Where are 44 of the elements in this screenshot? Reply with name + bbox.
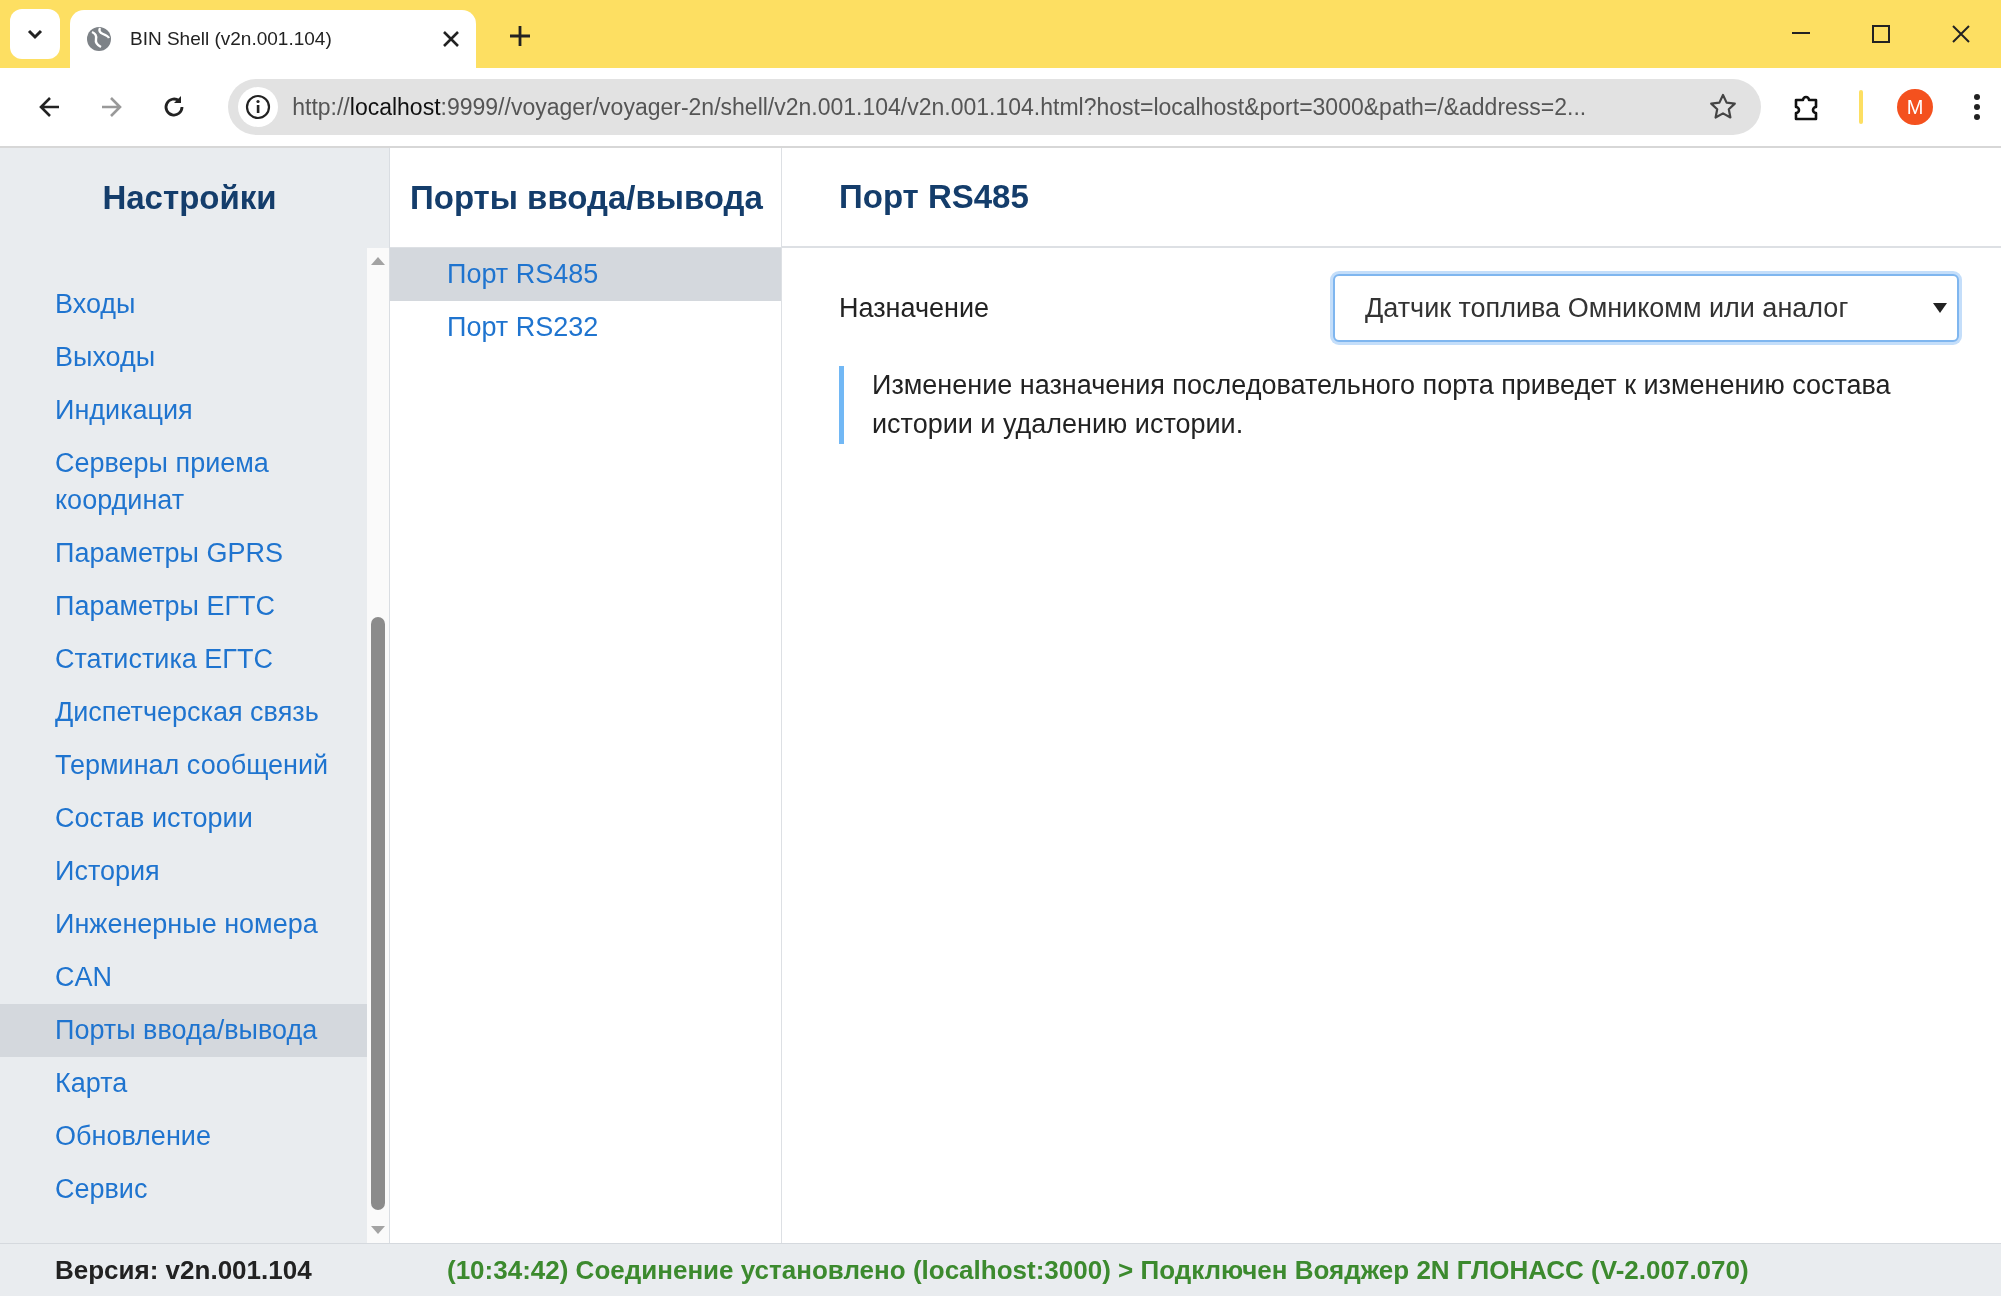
sidebar-item[interactable]: Параметры ЕГТС: [0, 580, 367, 633]
sidebar-title: Настройки: [101, 178, 278, 218]
sidebar-item[interactable]: Входы: [0, 278, 367, 331]
page-title: Порт RS485: [782, 148, 2001, 248]
sidebar-item[interactable]: Параметры GPRS: [0, 527, 367, 580]
sidebar-item[interactable]: История: [0, 845, 367, 898]
sidebar-item[interactable]: Состав истории: [0, 792, 367, 845]
sidebar-item[interactable]: Обновление: [0, 1110, 367, 1163]
info-icon[interactable]: [245, 94, 272, 120]
address-bar[interactable]: http://localhost:9999//voyager/voyager-2n/shell/v2n.001.104/v2n.001.104.html?host=localhost&port=3000&path=/&address=2...: [228, 79, 1762, 135]
scrollbar[interactable]: [367, 248, 389, 1243]
profile-avatar[interactable]: M: [1897, 89, 1934, 125]
port-item[interactable]: Порт RS485: [390, 248, 781, 301]
scroll-thumb[interactable]: [371, 617, 385, 1210]
purpose-dropdown[interactable]: Датчик топлива Омникомм или аналог: [1333, 274, 1959, 342]
sidebar-item[interactable]: Карта: [0, 1057, 367, 1110]
sidebar-item[interactable]: CAN: [0, 951, 367, 1004]
sidebar-item[interactable]: Сервис: [0, 1163, 367, 1216]
sidebar-item[interactable]: Диспетчерская связь: [0, 686, 367, 739]
menu-icon[interactable]: [1973, 93, 1982, 121]
sidebar-item[interactable]: Инженерные номера: [0, 898, 367, 951]
maximize-icon[interactable]: [1870, 23, 1892, 45]
sidebar-item[interactable]: Серверы приема координат: [0, 437, 367, 527]
tab-list-button[interactable]: [10, 9, 60, 59]
warning-note: Изменение назначения последовательного порта приведет к изменению состава истории и удалению истории.: [839, 366, 1959, 444]
sidebar-item[interactable]: Порты ввода/вывода: [0, 1004, 367, 1057]
close-icon[interactable]: [1950, 23, 1972, 45]
sidebar-item[interactable]: Индикация: [0, 384, 367, 437]
port-item[interactable]: Порт RS232: [390, 301, 781, 354]
close-icon[interactable]: [442, 30, 460, 48]
sidebar-item[interactable]: Выходы: [0, 331, 367, 384]
browser-tab[interactable]: BIN Shell (v2n.001.104): [70, 10, 476, 68]
version-text: Версия: v2n.001.104: [54, 1254, 313, 1286]
field-label: Назначение: [839, 292, 991, 324]
url-text: http://localhost:9999//voyager/voyager-2n/shell/v2n.001.104/v2n.001.104.html?host=localhost&port=3000&path=/&address=2...: [292, 93, 1588, 121]
caret-icon: [1933, 303, 1947, 313]
new-tab-icon[interactable]: [509, 25, 531, 47]
caret-icon: [25, 27, 45, 41]
globe-icon: [86, 26, 112, 52]
status-message: (10:34:42) Соединение установлено (localhost:3000) > Подключен Вояджер 2N ГЛОНАСС (V-2.007.070): [446, 1254, 1749, 1286]
tab-title: BIN Shell (v2n.001.104): [130, 28, 333, 50]
star-icon[interactable]: [1709, 93, 1738, 121]
sidebar-item[interactable]: Терминал сообщений: [0, 739, 367, 792]
sidebar-item[interactable]: Статистика ЕГТС: [0, 633, 367, 686]
